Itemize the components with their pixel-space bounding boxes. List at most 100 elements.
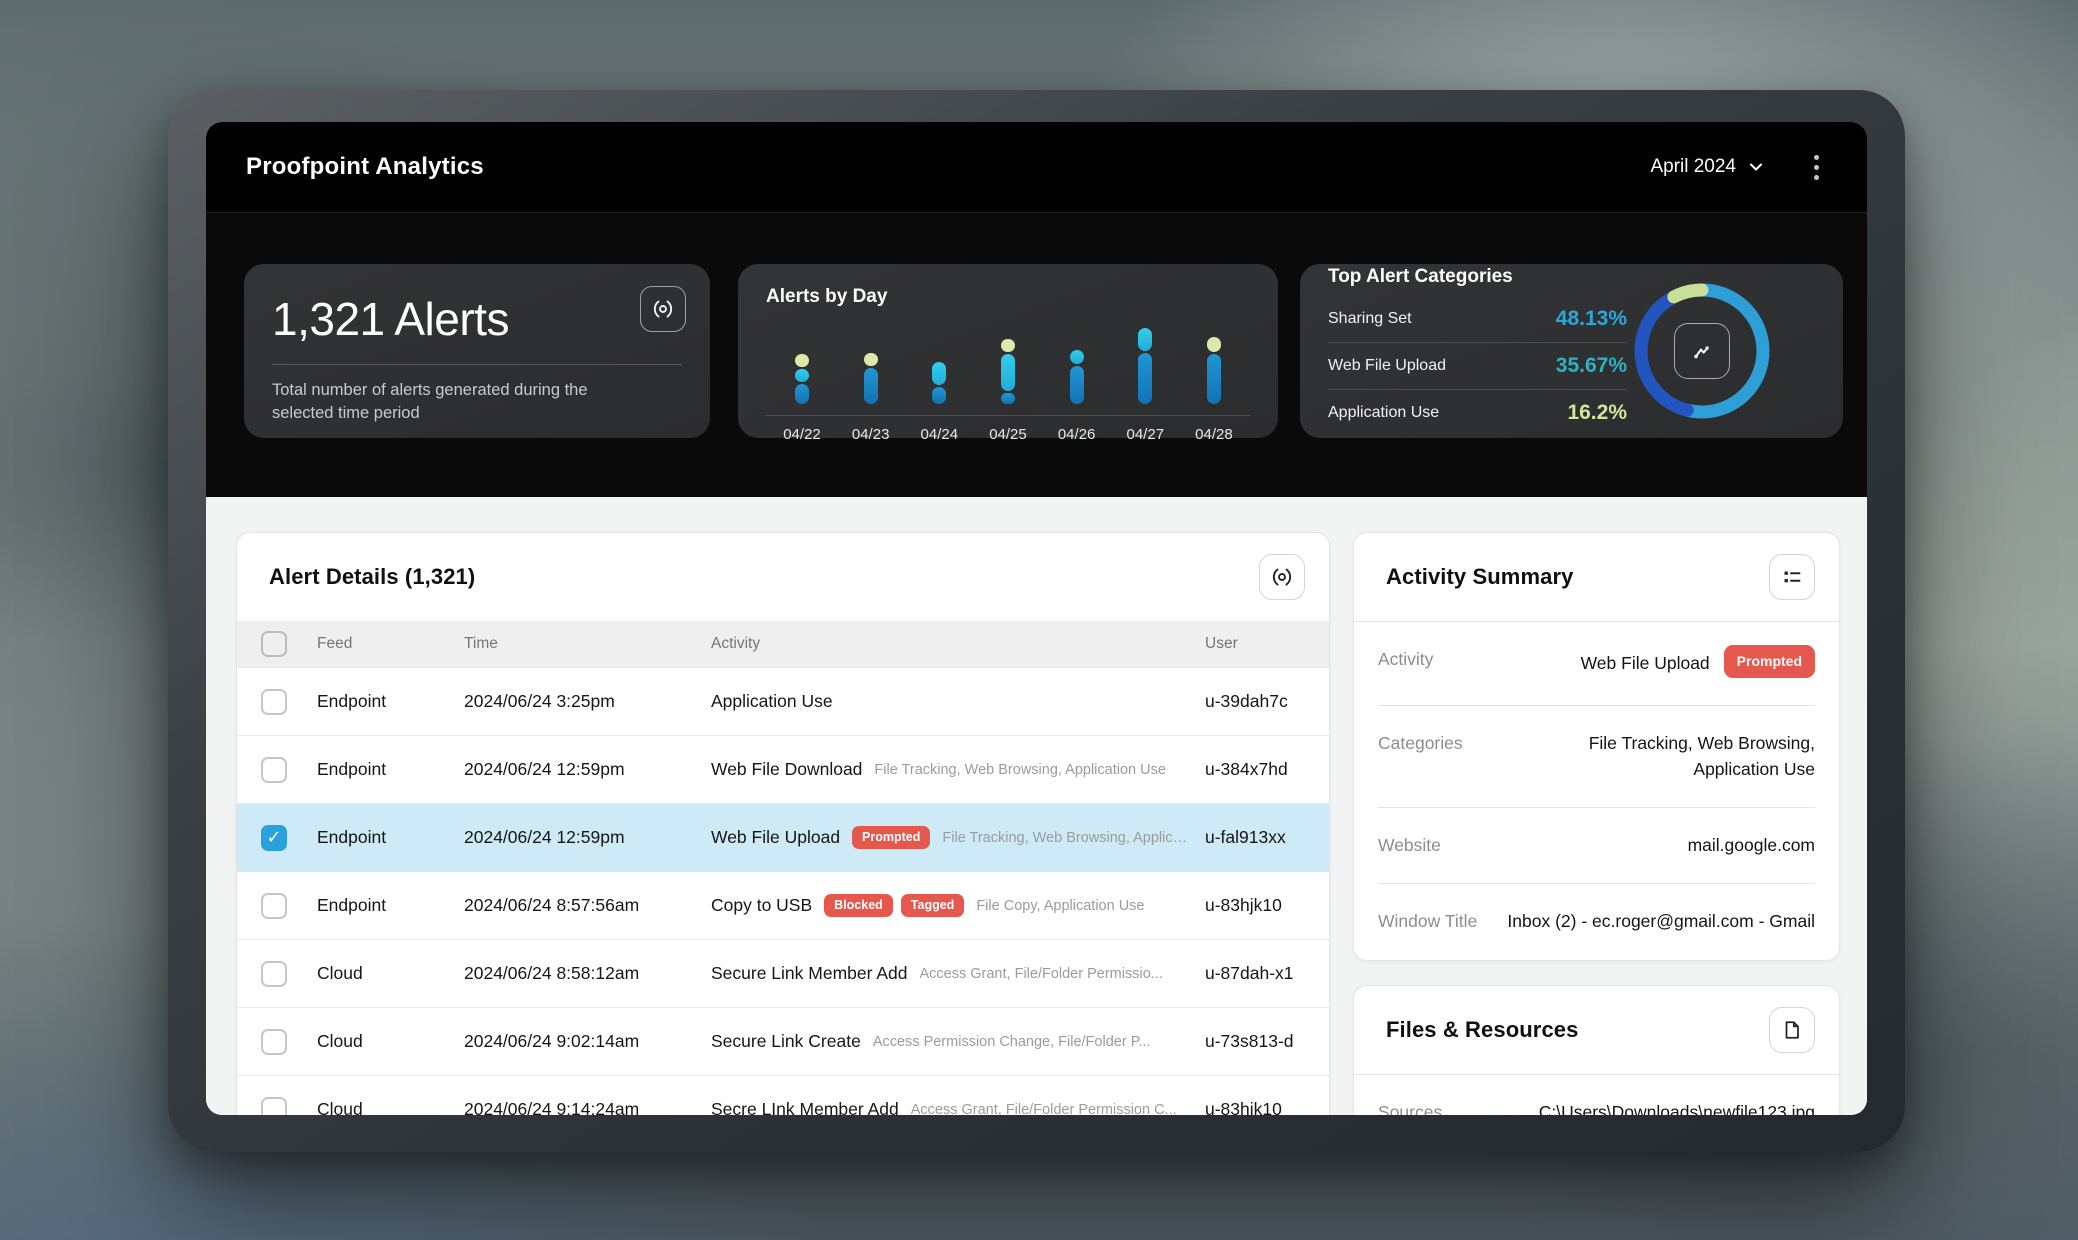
- bar-segment-blue: [1207, 354, 1221, 404]
- row-checkbox[interactable]: [261, 757, 287, 783]
- row-checkbox[interactable]: [261, 893, 287, 919]
- field-value: File Tracking, Web Browsing, Application…: [1515, 731, 1815, 782]
- list-icon-button[interactable]: [1769, 554, 1815, 600]
- desktop-background: Proofpoint Analytics April 2024 1,321 Al…: [0, 0, 2078, 1240]
- category-label: Application Use: [1328, 404, 1439, 422]
- bar-column: [780, 354, 824, 404]
- category-value: 48.13%: [1556, 307, 1627, 331]
- status-badge: Prompted: [852, 826, 930, 849]
- x-tick-label: 04/22: [772, 426, 832, 443]
- field-label: Sources: [1378, 1100, 1442, 1115]
- cell-user: u-384x7hd: [1205, 759, 1329, 780]
- x-axis-line: [766, 415, 1250, 416]
- cell-activity: Secure Link Member Add: [711, 963, 908, 984]
- cell-feed: Cloud: [317, 963, 464, 984]
- trend-icon-button[interactable]: [1674, 323, 1730, 379]
- trend-icon: [1689, 338, 1715, 364]
- row-checkbox-checked[interactable]: [261, 825, 287, 851]
- table-row-selected[interactable]: Endpoint 2024/06/24 12:59pm Web File Upl…: [237, 803, 1329, 871]
- file-icon-button[interactable]: [1769, 1007, 1815, 1053]
- files-resources-header: Files & Resources: [1354, 986, 1839, 1075]
- kebab-menu-icon[interactable]: [1808, 151, 1825, 184]
- cell-feed: Endpoint: [317, 759, 464, 780]
- cell-user: u-83hjk10: [1205, 1099, 1329, 1115]
- bar-segment-green: [1001, 339, 1015, 352]
- list-icon: [1780, 565, 1804, 589]
- cell-activity-categories: Access Permission Change, File/Folder P.…: [873, 1034, 1151, 1050]
- cell-user: u-39dah7c: [1205, 691, 1329, 712]
- total-alerts-card: 1,321 Alerts Total number of alerts gene…: [244, 264, 710, 438]
- x-tick-label: 04/23: [841, 426, 901, 443]
- bars-row: [766, 318, 1250, 404]
- cell-feed: Cloud: [317, 1099, 464, 1115]
- field-label: Window Title: [1378, 909, 1477, 932]
- bar-segment-blue: [1070, 366, 1084, 404]
- bar-column: [1055, 350, 1099, 404]
- files-resources-card: Files & Resources Sources C:\Users\Downl…: [1353, 985, 1840, 1115]
- category-list: Sharing Set 48.13% Web File Upload 35.67…: [1328, 296, 1627, 436]
- content-area: Alert Details (1,321) Feed Time Activity…: [206, 497, 1867, 1115]
- cell-time: 2024/06/24 9:14:24am: [464, 1099, 711, 1115]
- file-icon: [1781, 1019, 1803, 1041]
- activity-summary-header: Activity Summary: [1354, 533, 1839, 622]
- cell-user: u-83hjk10: [1205, 895, 1329, 916]
- column-header-feed: Feed: [317, 635, 464, 653]
- row-checkbox[interactable]: [261, 1097, 287, 1116]
- bar-column: [986, 339, 1030, 404]
- bar-segment-green: [1207, 337, 1221, 352]
- category-row: Web File Upload 35.67%: [1328, 343, 1627, 390]
- bar-segment-cyan: [1001, 354, 1015, 391]
- cell-feed: Endpoint: [317, 895, 464, 916]
- target-icon-button[interactable]: [1259, 554, 1305, 600]
- period-selector[interactable]: April 2024: [1650, 156, 1764, 178]
- table-row[interactable]: Endpoint 2024/06/24 8:57:56am Copy to US…: [237, 871, 1329, 939]
- bar-segment-green: [864, 353, 878, 366]
- period-label: April 2024: [1650, 156, 1736, 178]
- category-label: Web File Upload: [1328, 357, 1446, 375]
- field-value: Web File Upload: [1581, 651, 1710, 676]
- cell-user: u-73s813-d: [1205, 1031, 1329, 1052]
- table-row[interactable]: Cloud 2024/06/24 8:58:12am Secure Link M…: [237, 939, 1329, 1007]
- row-checkbox[interactable]: [261, 961, 287, 987]
- bar-column: [1123, 328, 1167, 404]
- select-all-checkbox[interactable]: [261, 631, 287, 657]
- field-label: Activity: [1378, 647, 1433, 670]
- files-row-sources: Sources C:\Users\Downloads\newfile123.jp…: [1378, 1075, 1815, 1115]
- alerts-by-day-chart: 04/22 04/23 04/24 04/25 04/26 04/27 04/2…: [766, 318, 1250, 443]
- categories-donut-chart: [1627, 276, 1777, 426]
- bar-column: [849, 353, 893, 404]
- cell-activity: Secre LInk Member Add: [711, 1099, 899, 1115]
- table-row[interactable]: Cloud 2024/06/24 9:14:24am Secre LInk Me…: [237, 1075, 1329, 1115]
- cell-activity: Web File Download: [711, 759, 862, 780]
- x-axis-labels: 04/22 04/23 04/24 04/25 04/26 04/27 04/2…: [766, 426, 1250, 443]
- target-icon-button[interactable]: [640, 286, 686, 332]
- cell-time: 2024/06/24 12:59pm: [464, 827, 711, 848]
- cell-activity-categories: File Tracking, Web Browsing, Application…: [874, 762, 1165, 778]
- table-row[interactable]: Cloud 2024/06/24 9:02:14am Secure Link C…: [237, 1007, 1329, 1075]
- cell-activity-categories: Access Grant, File/Folder Permission C..…: [911, 1102, 1177, 1116]
- table-row[interactable]: Endpoint 2024/06/24 3:25pm Application U…: [237, 667, 1329, 735]
- row-checkbox[interactable]: [261, 689, 287, 715]
- bar-segment-blue: [795, 384, 809, 404]
- cell-time: 2024/06/24 12:59pm: [464, 759, 711, 780]
- total-alerts-description: Total number of alerts generated during …: [272, 379, 632, 426]
- right-column: Activity Summary Activity Web File Uploa…: [1353, 532, 1840, 1115]
- cell-activity: Web File Upload: [711, 827, 840, 848]
- activity-summary-title: Activity Summary: [1386, 564, 1573, 590]
- cell-time: 2024/06/24 8:58:12am: [464, 963, 711, 984]
- cell-user: u-fal913xx: [1205, 827, 1329, 848]
- alert-details-header: Alert Details (1,321): [237, 533, 1329, 621]
- cell-time: 2024/06/24 9:02:14am: [464, 1031, 711, 1052]
- files-resources-title: Files & Resources: [1386, 1017, 1578, 1043]
- bar-column: [1192, 337, 1236, 404]
- chevron-down-icon: [1748, 159, 1764, 175]
- alerts-by-day-title: Alerts by Day: [766, 286, 1250, 308]
- table-header-row: Feed Time Activity User: [237, 621, 1329, 667]
- table-row[interactable]: Endpoint 2024/06/24 12:59pm Web File Dow…: [237, 735, 1329, 803]
- row-checkbox[interactable]: [261, 1029, 287, 1055]
- cell-feed: Endpoint: [317, 827, 464, 848]
- cell-time: 2024/06/24 3:25pm: [464, 691, 711, 712]
- category-row: Sharing Set 48.13%: [1328, 296, 1627, 343]
- field-label: Website: [1378, 833, 1441, 856]
- x-tick-label: 04/24: [909, 426, 969, 443]
